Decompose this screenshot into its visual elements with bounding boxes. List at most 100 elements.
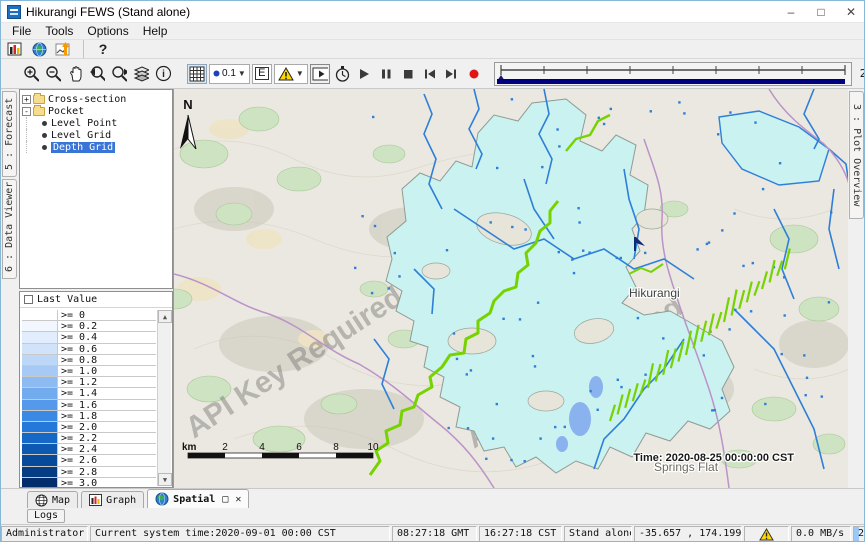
labels-button[interactable]: E <box>252 64 272 84</box>
tree-item-level-grid[interactable]: Level Grid <box>22 129 172 141</box>
tab-spatial[interactable]: Spatial □ ✕ <box>147 489 249 508</box>
scroll-up-icon[interactable]: ▲ <box>158 310 172 323</box>
layers-icon <box>133 66 149 82</box>
zoom-out-button[interactable] <box>43 64 63 84</box>
color-swatch <box>22 433 58 443</box>
timeline-slider[interactable] <box>494 62 852 86</box>
legend-value: >= 1.0 <box>58 366 97 376</box>
stop-icon <box>401 67 415 81</box>
tab-graph[interactable]: Graph <box>81 491 144 508</box>
layers-button[interactable] <box>131 64 151 84</box>
legend-value: >= 0.8 <box>58 355 97 365</box>
tree-connector <box>26 129 40 141</box>
panel-maximize-icon[interactable]: □ <box>222 494 228 505</box>
go-to-start-button[interactable] <box>420 64 440 84</box>
go-to-end-button[interactable] <box>442 64 462 84</box>
tree-item-cross-section[interactable]: + Cross-section <box>22 93 172 105</box>
legend-row: >= 1.0 <box>22 366 156 377</box>
zoom-out-icon <box>45 65 61 83</box>
help-button[interactable]: ? <box>93 39 113 59</box>
legend-value: >= 1.2 <box>58 377 97 387</box>
svg-text:10: 10 <box>367 442 379 453</box>
expand-icon[interactable]: + <box>22 95 31 104</box>
scroll-down-icon[interactable]: ▼ <box>158 473 172 486</box>
map-display-button[interactable] <box>29 39 49 59</box>
legend-value: >= 0.4 <box>58 332 97 342</box>
record-button[interactable] <box>464 64 484 84</box>
svg-text:N: N <box>183 97 192 112</box>
panel-close-icon[interactable]: ✕ <box>235 494 241 505</box>
status-warning[interactable] <box>744 526 789 542</box>
tab-forecast[interactable]: 5 : Forecast <box>2 91 17 177</box>
logs-row: Logs <box>1 508 865 525</box>
color-swatch <box>22 467 58 477</box>
timeseries-button[interactable] <box>53 39 74 59</box>
interval-value: 0.1 <box>222 68 236 79</box>
menu-options[interactable]: Options <box>80 23 135 39</box>
grid-toggle-button[interactable] <box>187 64 207 84</box>
svg-text:6: 6 <box>296 442 302 453</box>
legend-row: >= 0 <box>22 310 156 321</box>
animation-export-button[interactable] <box>310 64 330 84</box>
last-value-option[interactable]: Last Value <box>20 292 172 308</box>
menu-bar: File Tools Options Help <box>1 23 865 40</box>
logs-button[interactable]: Logs <box>27 509 65 523</box>
tab-plot-overview[interactable]: 3 : Plot Overview <box>849 91 864 219</box>
menu-file[interactable]: File <box>5 23 38 39</box>
maximize-button[interactable]: □ <box>806 1 836 22</box>
legend-value: >= 0 <box>58 310 85 320</box>
checkbox-unchecked-icon[interactable] <box>24 295 33 304</box>
skip-to-end-icon <box>444 67 459 81</box>
toolbar-separator <box>83 40 84 58</box>
minimize-button[interactable]: – <box>776 1 806 22</box>
menu-help[interactable]: Help <box>136 23 175 39</box>
map-canvas[interactable]: API Key Required API Key Required <box>174 89 849 488</box>
close-button[interactable]: ✕ <box>836 1 865 22</box>
menu-tools[interactable]: Tools <box>38 23 80 39</box>
color-swatch <box>22 355 58 365</box>
explorer-button[interactable] <box>5 39 25 59</box>
tree-item-pocket[interactable]: - Pocket <box>22 105 172 117</box>
legend-row: >= 1.6 <box>22 400 156 411</box>
town-label: Hikurangi <box>629 286 680 300</box>
legend-row: >= 0.4 <box>22 332 156 343</box>
globe-icon <box>32 42 47 57</box>
color-swatch <box>22 422 58 432</box>
warning-triangle-icon <box>759 528 774 541</box>
tree-item-level-point[interactable]: Level Point <box>22 117 172 129</box>
info-button[interactable]: i <box>153 64 173 84</box>
animation-timer-button[interactable] <box>332 64 352 84</box>
left-tab-strip: 5 : Forecast 6 : Data Viewer <box>1 89 19 488</box>
legend-value: >= 3.0 <box>58 478 97 487</box>
color-swatch <box>22 321 58 331</box>
hand-icon <box>67 65 83 83</box>
stop-button[interactable] <box>398 64 418 84</box>
zoom-previous-button[interactable] <box>87 64 107 84</box>
legend-row: >= 2.2 <box>22 433 156 444</box>
chart-up-arrow-icon <box>55 42 72 57</box>
status-download-rate: 0.0 MB/s <box>791 526 851 542</box>
svg-text:8: 8 <box>333 442 339 453</box>
contour-interval-dropdown[interactable]: 0.1 ▼ <box>209 64 250 84</box>
legend-row: >= 2.4 <box>22 444 156 455</box>
window-title: Hikurangi FEWS (Stand alone) <box>26 5 190 19</box>
collapse-icon[interactable]: - <box>22 107 31 116</box>
color-swatch <box>22 366 58 376</box>
status-bar: Administrator Current system time:2020-0… <box>1 525 865 542</box>
color-swatch <box>22 388 58 398</box>
zoom-in-button[interactable] <box>21 64 41 84</box>
pause-button[interactable] <box>376 64 396 84</box>
pan-button[interactable] <box>65 64 85 84</box>
warnings-dropdown[interactable]: ▼ <box>274 64 308 84</box>
play-icon <box>357 67 371 81</box>
tree-item-depth-grid[interactable]: Depth Grid <box>22 141 172 153</box>
zoom-next-button[interactable] <box>109 64 129 84</box>
tab-map[interactable]: Map <box>27 491 78 508</box>
main-toolbar: ? <box>1 40 865 59</box>
map-view: API Key Required API Key Required <box>173 89 848 488</box>
legend-scrollbar[interactable]: ▲ ▼ <box>157 310 171 486</box>
legend-row: >= 0.6 <box>22 344 156 355</box>
tab-data-viewer[interactable]: 6 : Data Viewer <box>2 179 17 279</box>
play-button[interactable] <box>354 64 374 84</box>
globe-icon <box>155 492 169 506</box>
